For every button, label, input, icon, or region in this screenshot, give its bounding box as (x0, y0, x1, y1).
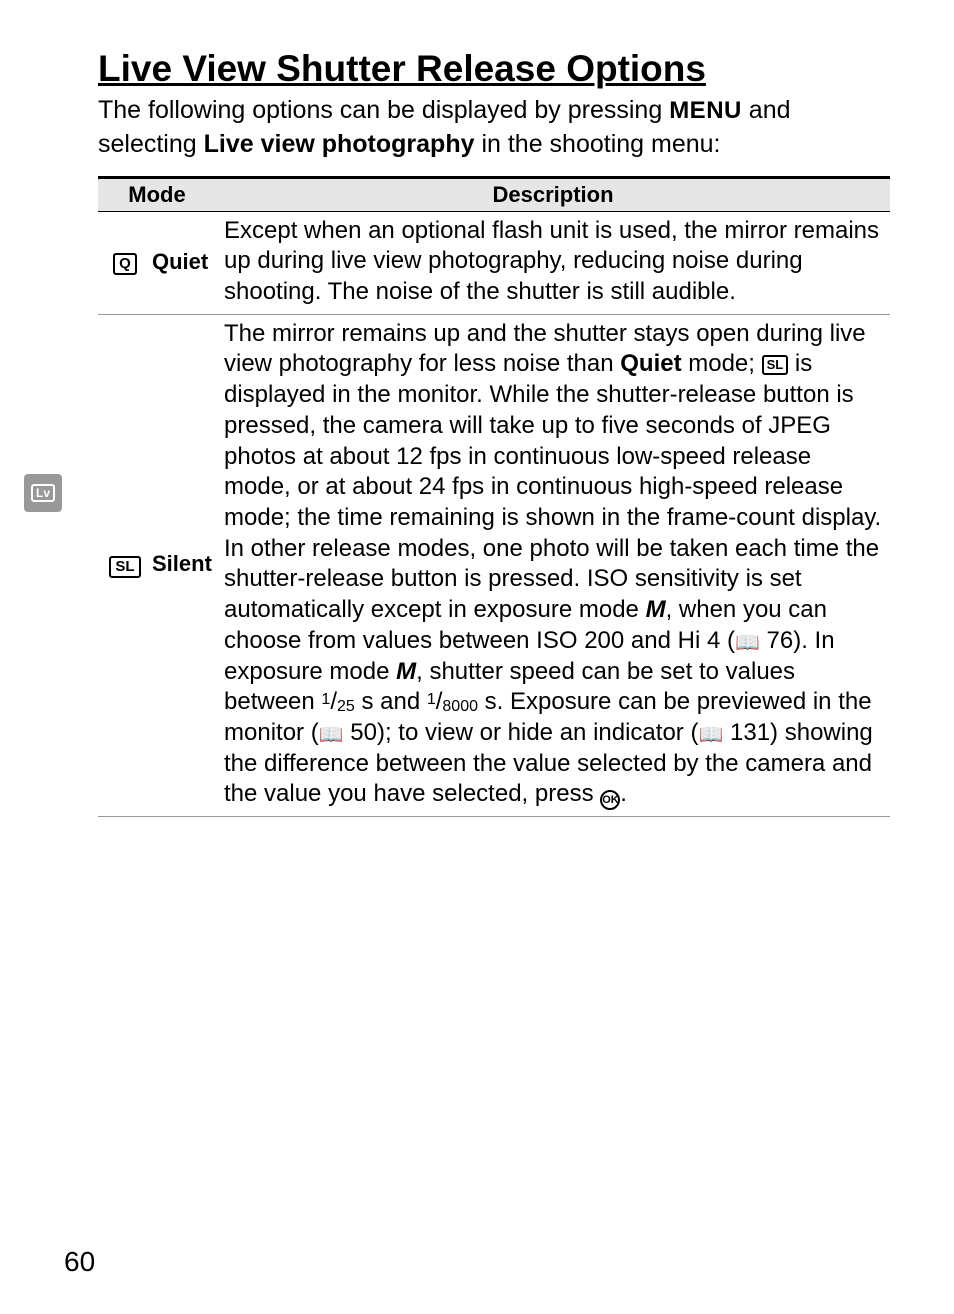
mode-description: Except when an optional flash unit is us… (216, 211, 890, 314)
page-ref-icon: 📖 (319, 724, 344, 746)
menu-button-label: MENU (669, 97, 742, 124)
modes-table: Mode Description Q Quiet Except when an … (98, 176, 890, 818)
exposure-mode-m-icon: M (646, 596, 666, 623)
silent-text-6: s and (355, 688, 427, 715)
mode-description-silent: The mirror remains up and the shutter st… (216, 314, 890, 817)
fraction-denominator: 25 (337, 698, 355, 715)
menu-option-name: Live view photography (204, 130, 475, 158)
intro-text-3: in the shooting menu: (475, 130, 721, 158)
exposure-mode-m-icon: M (396, 658, 416, 685)
page-ref-icon: 📖 (698, 724, 723, 746)
page-number: 60 (64, 1246, 95, 1278)
table-header-row: Mode Description (98, 177, 890, 211)
intro-paragraph: The following options can be displayed b… (98, 94, 890, 162)
ok-button-icon: OK (600, 790, 620, 810)
quiet-reference: Quiet (620, 350, 681, 377)
mode-label: Quiet (144, 211, 216, 314)
mode-icon-cell: SL (98, 314, 144, 817)
page-ref-icon: 📖 (735, 632, 760, 654)
header-description: Description (216, 177, 890, 211)
mode-icon-cell: Q (98, 211, 144, 314)
lv-icon: Lv (31, 484, 55, 502)
table-row: Q Quiet Except when an optional flash un… (98, 211, 890, 314)
fraction-slash: / (330, 688, 337, 715)
silent-text-8: . (620, 780, 627, 807)
table-row: SL Silent The mirror remains up and the … (98, 314, 890, 817)
silent-mode-icon: SL (109, 556, 140, 578)
silent-text-3: is displayed in the monitor. While the s… (224, 350, 881, 623)
fraction-numerator: 1 (321, 691, 330, 708)
section-tab: Lv (24, 474, 62, 512)
intro-text-1: The following options can be displayed b… (98, 96, 669, 124)
sl-inline-icon: SL (762, 355, 789, 375)
fraction-numerator: 1 (427, 691, 436, 708)
silent-text-2: mode; (682, 350, 762, 377)
page-title: Live View Shutter Release Options (98, 48, 890, 90)
mode-label: Silent (144, 314, 216, 817)
fraction-denominator: 8000 (442, 698, 478, 715)
page-ref-2: 50); to view or hide an indicator ( (344, 719, 699, 746)
header-mode: Mode (98, 177, 216, 211)
page-content: Live View Shutter Release Options The fo… (0, 0, 954, 857)
quiet-mode-icon: Q (113, 253, 137, 275)
